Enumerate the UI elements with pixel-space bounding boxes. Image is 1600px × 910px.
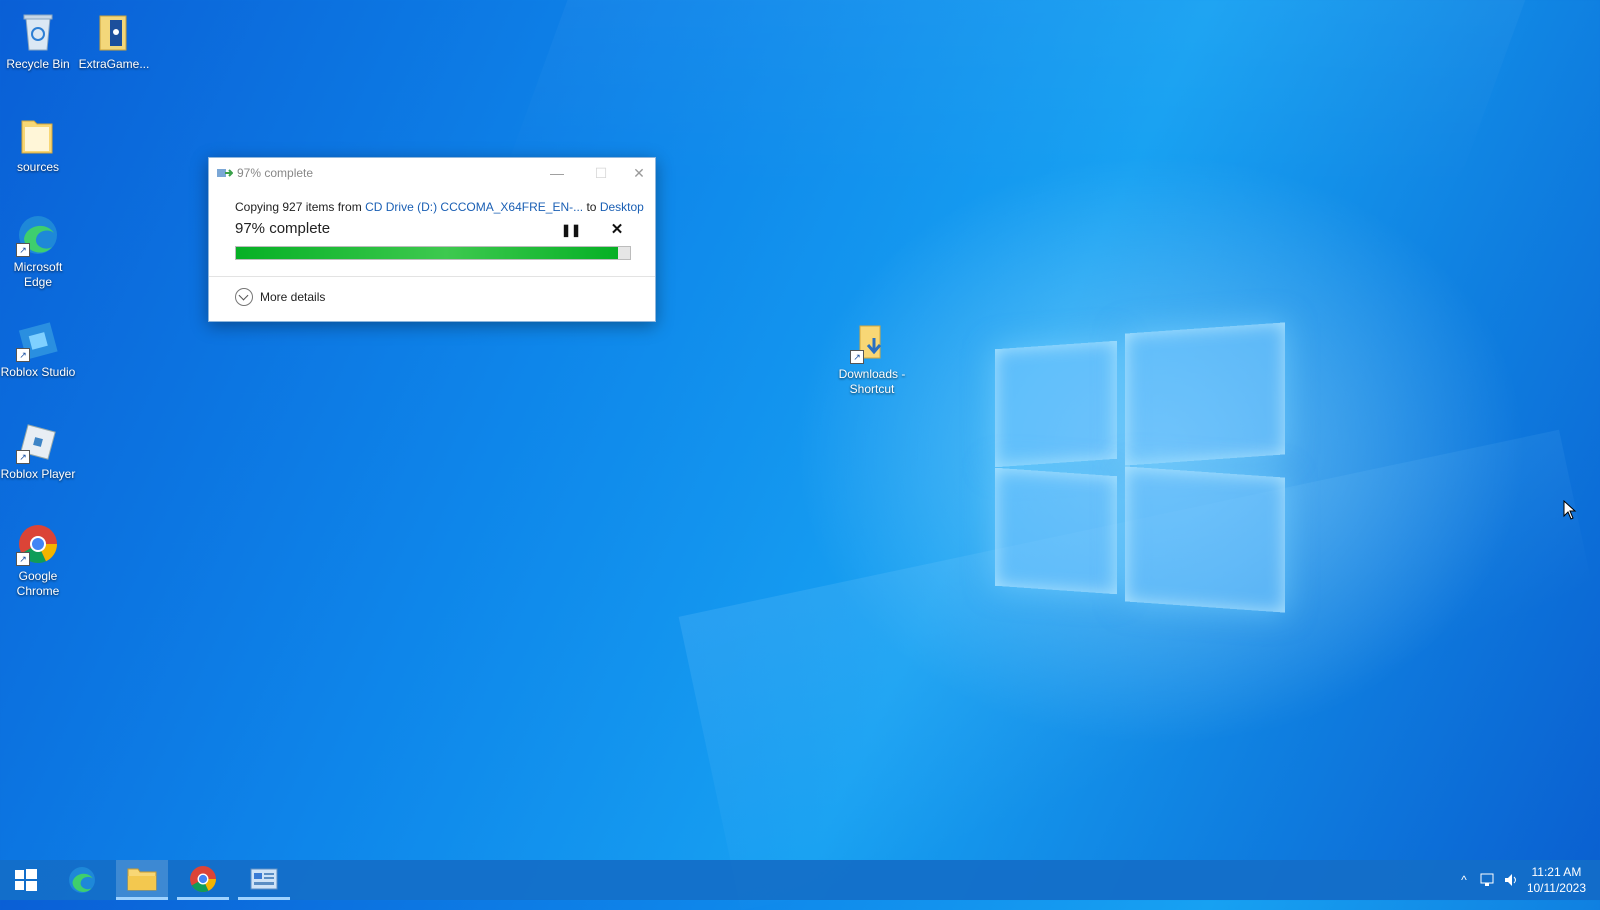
shortcut-arrow-icon: ↗ [16, 243, 30, 257]
control-panel-icon [250, 868, 278, 889]
show-hidden-icons-button[interactable]: ^ [1454, 860, 1474, 900]
desktop-icon-downloads-shortcut[interactable]: ↗ Downloads - Shortcut [834, 320, 910, 397]
desktop-icon-extragame[interactable]: ExtraGame... [76, 10, 152, 72]
desktop-icon-label: Roblox Studio [0, 365, 76, 379]
desktop-icon-label: Downloads - Shortcut [838, 367, 906, 396]
extragame-icon [92, 10, 136, 54]
windows-start-icon [15, 869, 37, 891]
copy-description: Copying 927 items from CD Drive (D:) CCC… [235, 200, 644, 214]
clock-time: 11:21 AM [1531, 865, 1582, 879]
taskbar-file-explorer[interactable] [116, 860, 168, 900]
shortcut-arrow-icon: ↗ [850, 350, 864, 364]
desktop-icon-label: Google Chrome [16, 569, 60, 598]
roblox-player-icon: ↗ [16, 420, 60, 464]
desktop-icon-google-chrome[interactable]: ↗ Google Chrome [0, 522, 76, 599]
more-details-toggle[interactable]: More details [235, 287, 325, 307]
to-text: to [586, 200, 597, 214]
desktop-icon-roblox-player[interactable]: ↗ Roblox Player [0, 420, 76, 482]
desktop-icon-label: Roblox Player [0, 467, 76, 481]
cancel-copy-button[interactable]: ✕ [609, 222, 625, 238]
copy-prefix-text: Copying 927 items from [235, 200, 362, 214]
desktop-icon-label: Recycle Bin [6, 57, 70, 71]
recycle-bin-icon [16, 10, 60, 54]
taskbar-edge[interactable] [56, 860, 108, 900]
downloads-folder-icon: ↗ [850, 320, 894, 364]
maximize-button: ☐ [594, 165, 608, 181]
desktop-icon-microsoft-edge[interactable]: ↗ Microsoft Edge [0, 213, 76, 290]
file-explorer-icon [127, 868, 157, 890]
start-button[interactable] [0, 860, 52, 900]
chrome-icon [190, 865, 216, 892]
dialog-title: 97% complete [237, 166, 314, 180]
folder-icon [16, 113, 60, 157]
desktop-icon-sources[interactable]: sources [0, 113, 76, 175]
percent-complete-text: 97% complete [235, 220, 331, 237]
dialog-titlebar[interactable]: 97% complete — ☐ ✕ [209, 158, 655, 188]
mouse-cursor-icon [1563, 500, 1577, 520]
progress-bar-fill [236, 247, 619, 259]
edge-icon [69, 867, 95, 893]
taskbar-control-panel[interactable] [238, 860, 290, 900]
volume-icon[interactable] [1500, 860, 1524, 900]
more-details-label: More details [260, 290, 326, 304]
minimize-button[interactable]: — [543, 162, 571, 184]
chrome-icon: ↗ [16, 522, 60, 566]
desktop-icon-label: ExtraGame... [78, 57, 150, 71]
copy-files-icon [217, 169, 233, 177]
divider [209, 276, 655, 277]
network-icon[interactable] [1476, 860, 1500, 900]
taskbar: ^ 11:21 AM 10/11/2023 [0, 860, 1600, 900]
clock-date: 10/11/2023 [1526, 881, 1586, 895]
desktop-icon-recycle-bin[interactable]: Recycle Bin [0, 10, 76, 72]
close-button[interactable]: ✕ [625, 162, 653, 184]
copy-progress-dialog[interactable]: 97% complete — ☐ ✕ Copying 927 items fro… [208, 157, 656, 322]
edge-icon: ↗ [16, 213, 60, 257]
shortcut-arrow-icon: ↗ [16, 552, 30, 566]
destination-link[interactable]: Desktop [600, 200, 644, 214]
desktop-icon-roblox-studio[interactable]: ↗ Roblox Studio [0, 318, 76, 380]
system-clock[interactable]: 11:21 AM 10/11/2023 [1527, 864, 1586, 896]
taskbar-chrome[interactable] [177, 860, 229, 900]
pause-button[interactable]: ❚❚ [561, 222, 581, 238]
roblox-studio-icon: ↗ [16, 318, 60, 362]
progress-bar [235, 246, 631, 260]
chevron-down-icon [235, 288, 253, 306]
desktop-icon-label: Microsoft Edge [13, 260, 63, 289]
shortcut-arrow-icon: ↗ [16, 450, 30, 464]
windows-logo-wallpaper [995, 320, 1285, 615]
source-link[interactable]: CD Drive (D:) CCCOMA_X64FRE_EN-... [365, 200, 583, 214]
shortcut-arrow-icon: ↗ [16, 348, 30, 362]
desktop-icon-label: sources [16, 160, 60, 174]
